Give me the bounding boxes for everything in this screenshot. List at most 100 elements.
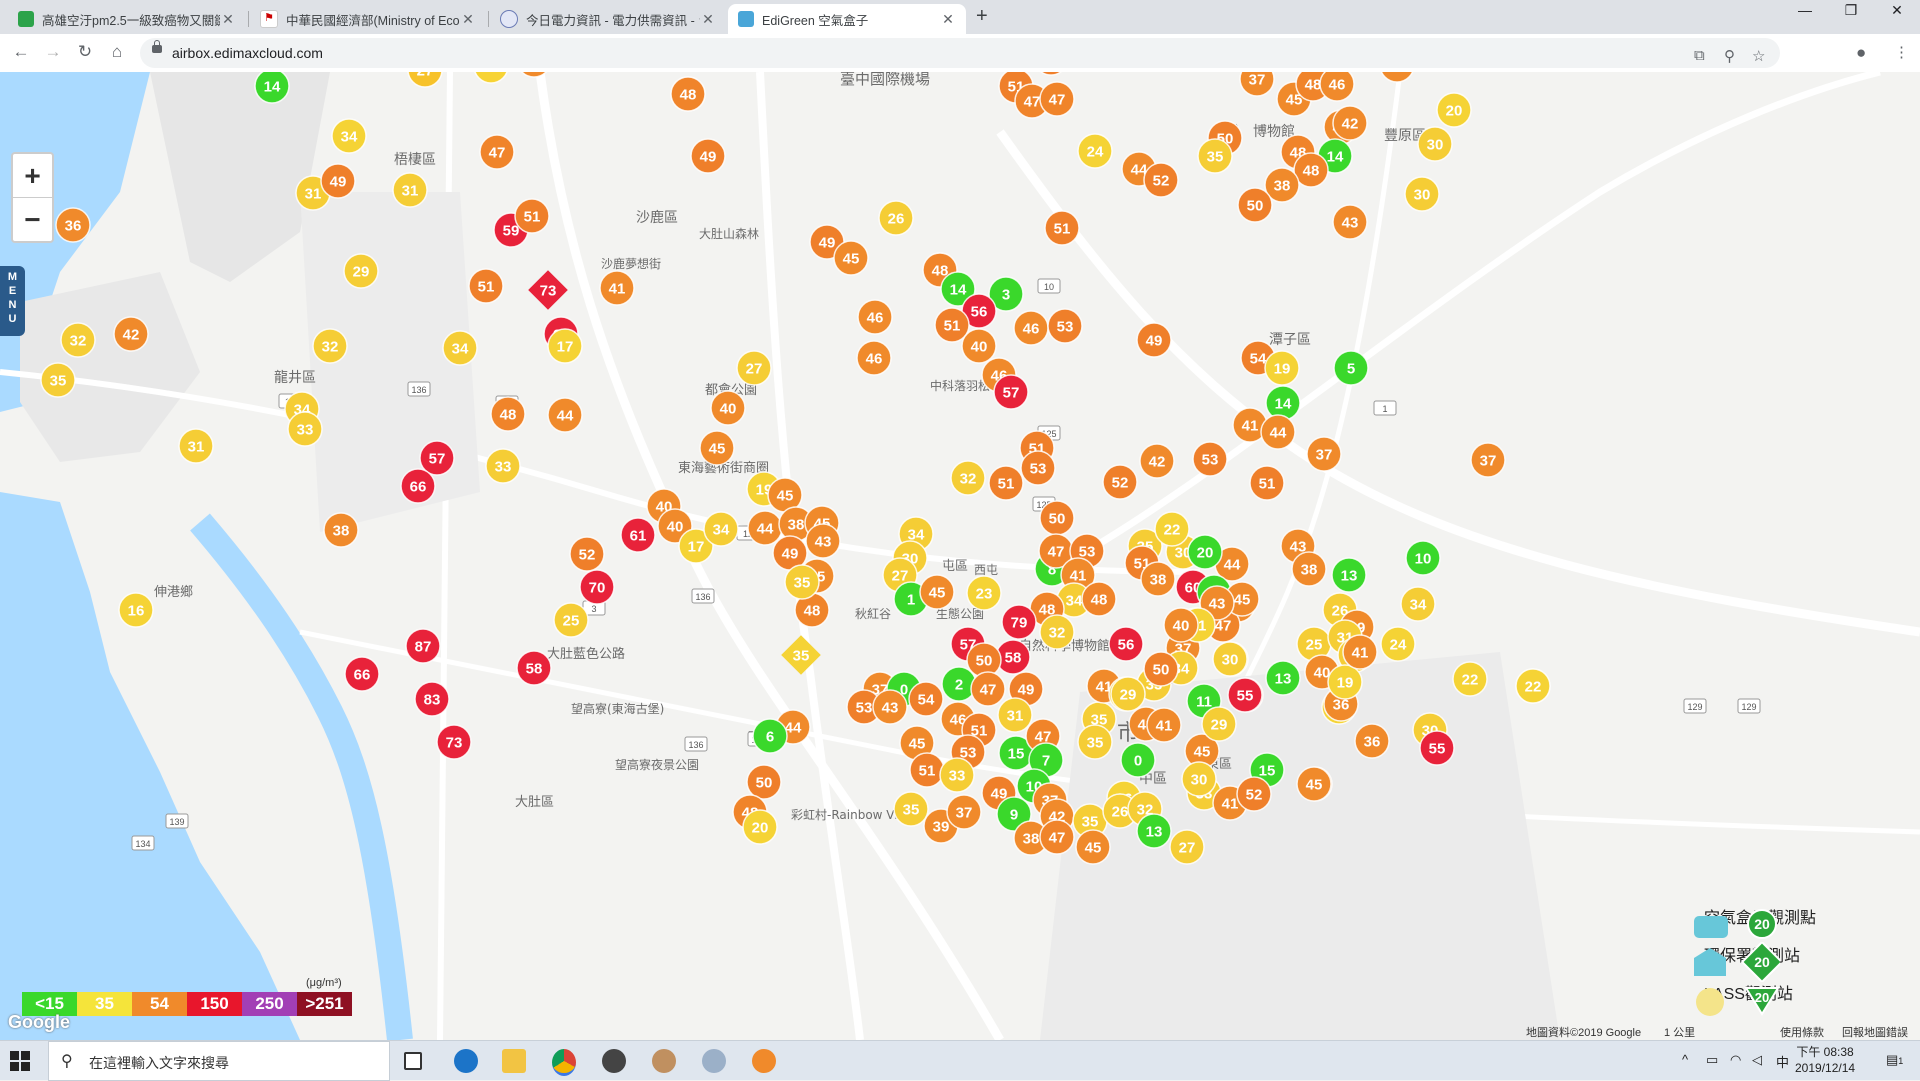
sensor-marker[interactable]: 41 (1342, 634, 1378, 670)
sensor-marker[interactable]: 50 (1237, 187, 1273, 223)
sensor-marker[interactable]: 34 (1400, 586, 1436, 622)
sensor-marker[interactable]: 14 (1265, 385, 1301, 421)
sensor-marker[interactable]: 36 (1354, 723, 1390, 759)
sensor-marker[interactable]: 52 (1102, 464, 1138, 500)
sensor-marker[interactable]: 51 (468, 268, 504, 304)
bookmark-star-icon[interactable]: ☆ (1752, 47, 1765, 65)
tray-chevron-icon[interactable]: ^ (1682, 1052, 1688, 1067)
sensor-marker[interactable]: 47 (970, 671, 1006, 707)
sensor-marker[interactable]: 50 (1039, 500, 1075, 536)
sensor-marker[interactable]: 51 (1249, 465, 1285, 501)
map-canvas[interactable]: 臺中國際機場 梧棲區 沙鹿區 大肚山森林 沙鹿夢想街 龍井區 都會公園 中科落羽松 東海藝術街商… (0, 72, 1920, 1040)
sensor-marker[interactable]: 40 (1163, 607, 1199, 643)
sensor-marker[interactable]: 40 (710, 390, 746, 426)
translate-icon[interactable]: ⧉ (1694, 47, 1705, 64)
sensor-marker[interactable]: 87 (405, 628, 441, 664)
sensor-marker[interactable]: 35 (893, 791, 929, 827)
sensor-marker[interactable]: 22 (1452, 661, 1488, 697)
sensor-marker[interactable]: 34 (703, 511, 739, 547)
sensor-marker[interactable]: 20 (1436, 92, 1472, 128)
sensor-marker[interactable]: 44 (1260, 414, 1296, 450)
sensor-marker[interactable]: 50 (746, 764, 782, 800)
battery-icon[interactable]: ▭ (1706, 1052, 1718, 1068)
sensor-marker[interactable]: 37 (1306, 436, 1342, 472)
sensor-marker[interactable]: 10 (1405, 540, 1441, 576)
sensor-marker[interactable]: 40 (961, 328, 997, 364)
sensor-marker[interactable]: 45 (1296, 766, 1332, 802)
sensor-marker[interactable]: 70 (579, 569, 615, 605)
task-view-icon[interactable] (404, 1052, 422, 1070)
sensor-marker[interactable]: 32 (312, 328, 348, 364)
system-clock[interactable]: 下午 08:38 2019/12/14 (1795, 1044, 1855, 1076)
sensor-marker[interactable]: 45 (833, 240, 869, 276)
sensor-marker[interactable]: 29 (343, 253, 379, 289)
sensor-marker[interactable]: 24 (1077, 133, 1113, 169)
sensor-marker[interactable]: 79 (1001, 604, 1037, 640)
sensor-marker[interactable]: 51 (909, 752, 945, 788)
windows-start-icon[interactable] (10, 1051, 30, 1071)
sensor-marker[interactable]: 22 (1154, 511, 1190, 547)
sensor-marker[interactable]: 50 (1143, 651, 1179, 687)
back-arrow-icon[interactable]: ← (10, 42, 32, 62)
sensor-marker[interactable]: 53 (1047, 308, 1083, 344)
sensor-marker[interactable]: 16 (118, 592, 154, 628)
menu-button[interactable]: MENU (0, 266, 25, 336)
sensor-marker[interactable]: 22 (1515, 668, 1551, 704)
sensor-marker[interactable]: 55 (1227, 677, 1263, 713)
sensor-marker[interactable]: 73 (436, 724, 472, 760)
close-icon[interactable]: ✕ (700, 11, 716, 28)
sensor-marker[interactable]: 38 (1140, 561, 1176, 597)
sensor-marker[interactable]: 48 (670, 76, 706, 112)
sensor-marker[interactable]: 49 (320, 163, 356, 199)
tab-3[interactable]: 今日電力資訊 - 電力供需資訊 - 台 ✕ (490, 4, 726, 34)
zoom-icon[interactable]: ⚲ (1724, 47, 1735, 65)
sensor-marker[interactable]: 46 (1013, 310, 1049, 346)
sensor-marker[interactable]: 32 (60, 322, 96, 358)
map-scale[interactable]: 1 公里 (1664, 1024, 1695, 1040)
sensor-marker[interactable]: 58 (516, 650, 552, 686)
sensor-marker[interactable]: 48 (1081, 581, 1117, 617)
file-explorer-icon[interactable] (502, 1049, 526, 1073)
sensor-marker[interactable]: 51 (1044, 210, 1080, 246)
sensor-marker[interactable]: 35 (40, 362, 76, 398)
sensor-marker[interactable]: 37 (946, 794, 982, 830)
sensor-marker[interactable]: 17 (547, 328, 583, 364)
sensor-marker[interactable]: 47 (1039, 81, 1075, 117)
app-icon[interactable] (702, 1049, 726, 1073)
sensor-marker[interactable]: 43 (1332, 204, 1368, 240)
tab-4-active[interactable]: EdiGreen 空氣盒子 ✕ (728, 4, 966, 34)
sensor-marker[interactable]: 43 (805, 523, 841, 559)
sensor-marker[interactable]: 34 (442, 330, 478, 366)
sensor-marker[interactable]: 25 (553, 602, 589, 638)
sensor-marker[interactable]: 34 (331, 118, 367, 154)
sensor-marker[interactable]: 27 (1169, 829, 1205, 865)
sensor-marker[interactable]: 42 (1139, 443, 1175, 479)
close-icon[interactable]: ✕ (940, 11, 956, 28)
sensor-marker[interactable]: 51 (988, 465, 1024, 501)
sensor-marker[interactable]: 27 (736, 350, 772, 386)
sensor-marker[interactable]: 46 (857, 299, 893, 335)
url-text[interactable]: airbox.edimaxcloud.com (172, 45, 323, 61)
sensor-marker[interactable]: 2 (941, 666, 977, 702)
taskbar-search-box[interactable]: ⚲ 在這裡輸入文字來搜尋 (48, 1041, 390, 1081)
sensor-marker[interactable]: 33 (939, 757, 975, 793)
sensor-marker[interactable]: 32 (1039, 614, 1075, 650)
sensor-marker[interactable]: 35 (784, 564, 820, 600)
sensor-marker[interactable]: 48 (490, 396, 526, 432)
wifi-icon[interactable]: ◠ (1730, 1052, 1741, 1068)
sensor-marker[interactable]: 52 (569, 536, 605, 572)
sensor-marker[interactable]: 30 (1212, 641, 1248, 677)
sensor-marker[interactable]: 55 (1419, 730, 1455, 766)
sensor-marker[interactable]: 5 (1333, 350, 1369, 386)
close-icon[interactable]: ✕ (460, 11, 476, 28)
sensor-marker[interactable]: 52 (1143, 162, 1179, 198)
sensor-marker[interactable]: 57 (993, 374, 1029, 410)
terms-link[interactable]: 使用條款 (1780, 1024, 1824, 1040)
sensor-marker[interactable]: 47 (1039, 819, 1075, 855)
sensor-marker[interactable]: 46 (856, 340, 892, 376)
sensor-marker[interactable]: 35 (1077, 724, 1113, 760)
sensor-marker[interactable]: 30 (1417, 126, 1453, 162)
sensor-marker[interactable]: 31 (392, 172, 428, 208)
address-bar[interactable]: airbox.edimaxcloud.com ☆ ⚲ ⧉ (140, 38, 1780, 68)
sensor-marker[interactable]: 42 (113, 316, 149, 352)
